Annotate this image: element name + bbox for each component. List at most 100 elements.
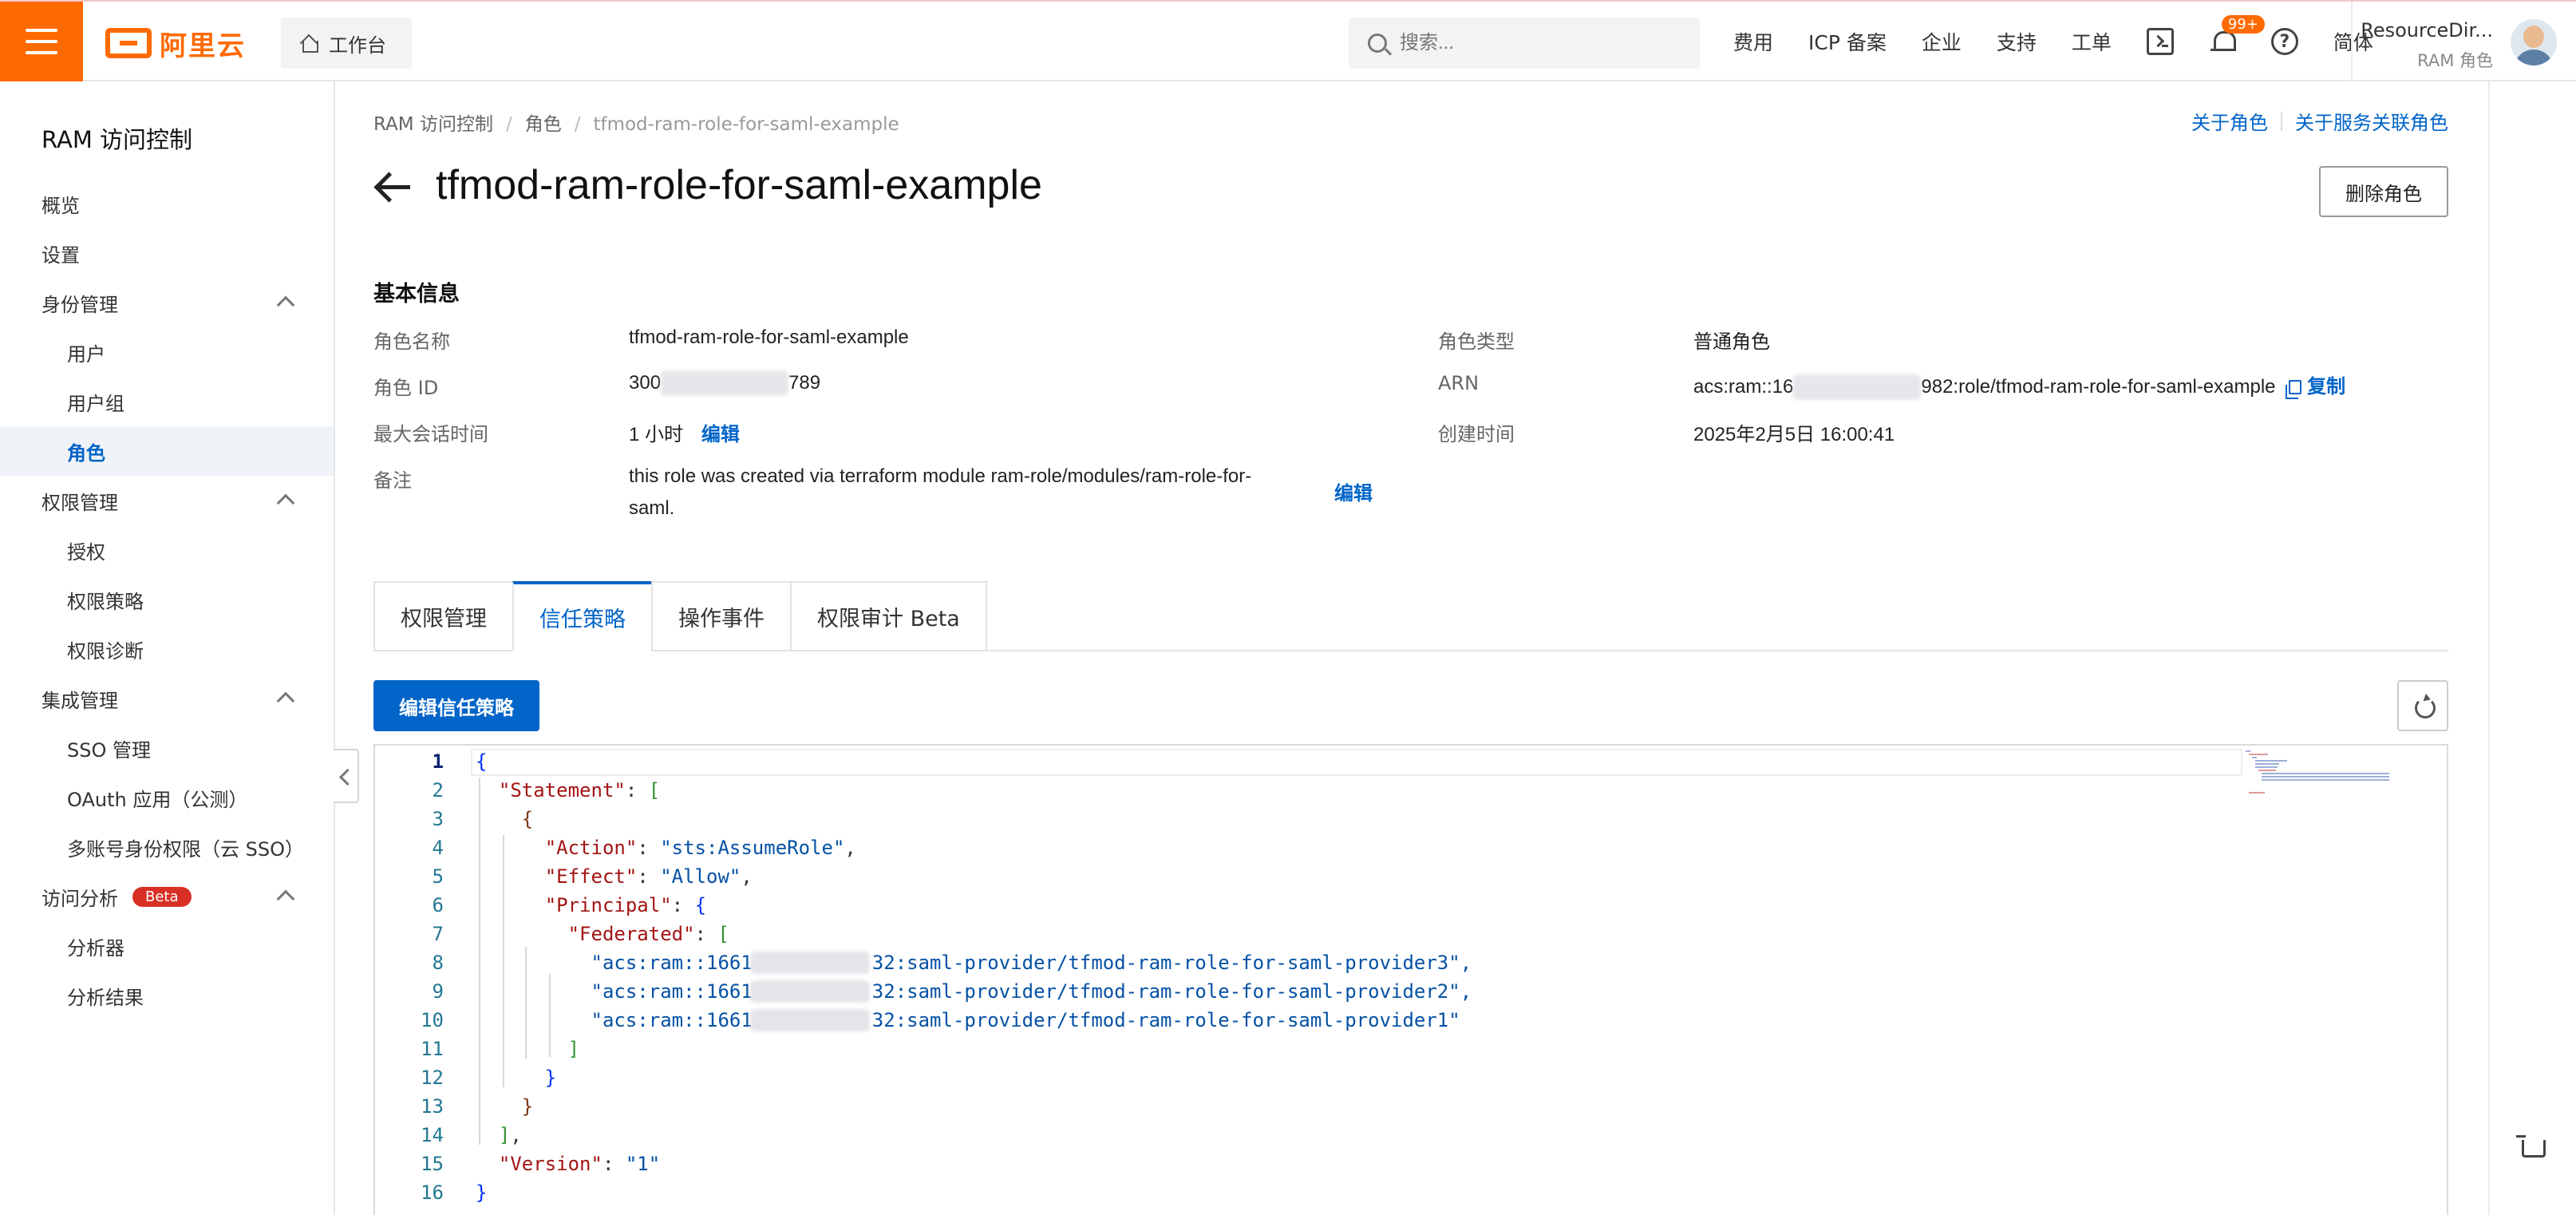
copy-icon[interactable] <box>2285 380 2301 399</box>
tab-events[interactable]: 操作事件 <box>651 581 790 651</box>
help-links: 关于角色 关于服务关联角色 <box>2191 107 2448 135</box>
sidebar-item-users[interactable]: 用户 <box>0 327 334 377</box>
home-icon <box>300 34 318 53</box>
arn-label: ARN <box>1438 372 1480 394</box>
terminal-icon[interactable] <box>2146 28 2174 55</box>
role-id-label: 角色 ID <box>373 377 439 399</box>
code-line: 3 { <box>432 808 534 830</box>
sidebar-item-label: 身份管理 <box>41 293 118 316</box>
tab-audit[interactable]: 权限审计 Beta <box>790 581 987 651</box>
sidebar-item-label: 权限策略 <box>67 590 144 613</box>
sidebar-item-label: 分析器 <box>67 936 124 960</box>
tab-trust-policy[interactable]: 信任策略 <box>512 581 651 651</box>
chevron-up-icon <box>276 295 295 315</box>
avatar[interactable] <box>2511 19 2557 65</box>
sidebar-item-analysis-results[interactable]: 分析结果 <box>0 971 334 1020</box>
redacted-blur <box>750 952 870 974</box>
role-type-label: 角色类型 <box>1438 330 1515 353</box>
breadcrumb-current: tfmod-ram-role-for-saml-example <box>593 114 899 135</box>
code-line: 7 "Federated": [ <box>432 923 729 945</box>
code-line: 2 "Statement": [ <box>432 779 661 801</box>
workbench-button[interactable]: 工作台 <box>281 18 412 69</box>
breadcrumb-roles[interactable]: 角色 <box>525 114 562 135</box>
code-line: 6 "Principal": { <box>432 894 707 916</box>
sidebar-item-label: 用户组 <box>67 392 124 415</box>
sidebar-group-identity[interactable]: 身份管理 <box>0 278 334 327</box>
tab-bar: 权限管理 信任策略 操作事件 权限审计 Beta <box>373 581 987 651</box>
about-service-role-link[interactable]: 关于服务关联角色 <box>2295 107 2448 135</box>
sidebar-item-label: 集成管理 <box>41 689 118 712</box>
sidebar-item-label: 访问分析 <box>41 887 118 910</box>
code-line: 11 ] <box>421 1038 580 1060</box>
about-role-link[interactable]: 关于角色 <box>2191 107 2268 135</box>
copy-arn-link[interactable]: 复制 <box>2307 375 2345 398</box>
redacted-blur <box>1793 374 1922 400</box>
redacted-blur <box>661 370 789 396</box>
logo-text: 阿里云 <box>160 30 246 62</box>
code-minimap[interactable] <box>2242 747 2402 803</box>
nav-fees[interactable]: 费用 <box>1733 27 1773 56</box>
code-line: 9 "acs:ram::1661 32:saml-provider/tfmod-r… <box>432 980 1472 1003</box>
sidebar-item-sso[interactable]: SSO 管理 <box>0 723 334 773</box>
edit-trust-policy-button[interactable]: 编辑信任策略 <box>373 680 539 731</box>
sidebar-item-oauth[interactable]: OAuth 应用（公测） <box>0 773 334 822</box>
code-line: 10 "acs:ram::1661 32:saml-provider/tfmod-… <box>421 1009 1460 1031</box>
sidebar-group-integration[interactable]: 集成管理 <box>0 674 334 723</box>
sidebar-item-settings[interactable]: 设置 <box>0 228 334 278</box>
code-line: 8 "acs:ram::1661 32:saml-provider/tfmod-r… <box>432 952 1472 974</box>
code-line: 14 ], <box>421 1124 522 1146</box>
arn-value: acs:ram::16 982:role/tfmod-ram-role-for-s… <box>1693 370 2345 400</box>
sidebar-item-cloud-sso[interactable]: 多账号身份权限（云 SSO） <box>0 822 334 872</box>
sidebar-group-access-analysis[interactable]: 访问分析 Beta <box>0 872 334 921</box>
code-line: 15 "Version": "1" <box>421 1153 661 1175</box>
account-menu[interactable]: ResourceDir... RAM 角色 <box>2351 2 2576 81</box>
sidebar-item-label: 用户 <box>67 342 105 366</box>
sidebar-item-label: 角色 <box>67 441 105 465</box>
sidebar-group-permissions[interactable]: 权限管理 <box>0 476 334 525</box>
code-line: 5 "Effect": "Allow", <box>432 865 753 888</box>
edit-note-link[interactable]: 编辑 <box>1334 477 1373 505</box>
sidebar-item-policies[interactable]: 权限策略 <box>0 575 334 624</box>
role-name-value: tfmod-ram-role-for-saml-example <box>629 327 909 348</box>
workbench-label: 工作台 <box>329 34 386 57</box>
search-input[interactable] <box>1400 32 1687 54</box>
delete-role-button[interactable]: 删除角色 <box>2319 166 2448 217</box>
aliyun-logo[interactable]: 阿里云 <box>105 26 246 62</box>
notification-badge: 99+ <box>2221 15 2265 34</box>
back-arrow-icon[interactable] <box>373 171 412 203</box>
nav-support[interactable]: 支持 <box>1997 27 2037 56</box>
hamburger-menu-icon[interactable] <box>0 2 83 81</box>
session-label: 最大会话时间 <box>373 423 488 445</box>
sidebar-item-label: 多账号身份权限（云 SSO） <box>67 837 304 861</box>
sidebar-item-label: 设置 <box>41 243 80 267</box>
sidebar-item-analyzer[interactable]: 分析器 <box>0 921 334 971</box>
sidebar-item-user-groups[interactable]: 用户组 <box>0 377 334 426</box>
role-name-label: 角色名称 <box>373 330 450 353</box>
nav-icp[interactable]: ICP 备案 <box>1808 27 1887 56</box>
sidebar-item-roles[interactable]: 角色 <box>0 426 334 476</box>
nav-ticket[interactable]: 工单 <box>2072 27 2112 56</box>
account-name: ResourceDir... <box>2361 19 2493 42</box>
cart-icon[interactable] <box>2516 1135 2546 1158</box>
created-label: 创建时间 <box>1438 423 1515 445</box>
sidebar-item-overview[interactable]: 概览 <box>0 179 334 228</box>
chevron-up-icon <box>276 889 295 908</box>
nav-enterprise[interactable]: 企业 <box>1922 27 1962 56</box>
tab-permissions[interactable]: 权限管理 <box>373 581 512 651</box>
chevron-up-icon <box>276 691 295 710</box>
code-editor[interactable]: 1{ 2 "Statement": [ 3 { 4 "Action": "sts… <box>373 744 2448 1215</box>
help-icon[interactable]: ? <box>2270 28 2298 55</box>
refresh-icon[interactable] <box>2397 680 2448 731</box>
sidebar-collapse-button[interactable] <box>334 749 359 803</box>
code-line: 4 "Action": "sts:AssumeRole", <box>432 837 856 859</box>
sidebar-item-grants[interactable]: 授权 <box>0 525 334 575</box>
code-line: 13 } <box>421 1095 534 1118</box>
bell-icon[interactable]: 99+ <box>2209 15 2265 55</box>
breadcrumb-ram[interactable]: RAM 访问控制 <box>373 114 493 135</box>
search-box[interactable] <box>1349 18 1700 69</box>
edit-session-link[interactable]: 编辑 <box>701 423 740 445</box>
search-icon <box>1368 34 1387 53</box>
sidebar-item-diagnosis[interactable]: 权限诊断 <box>0 624 334 674</box>
sidebar-item-label: 权限诊断 <box>67 639 144 663</box>
sidebar-item-label: 概览 <box>41 194 80 217</box>
